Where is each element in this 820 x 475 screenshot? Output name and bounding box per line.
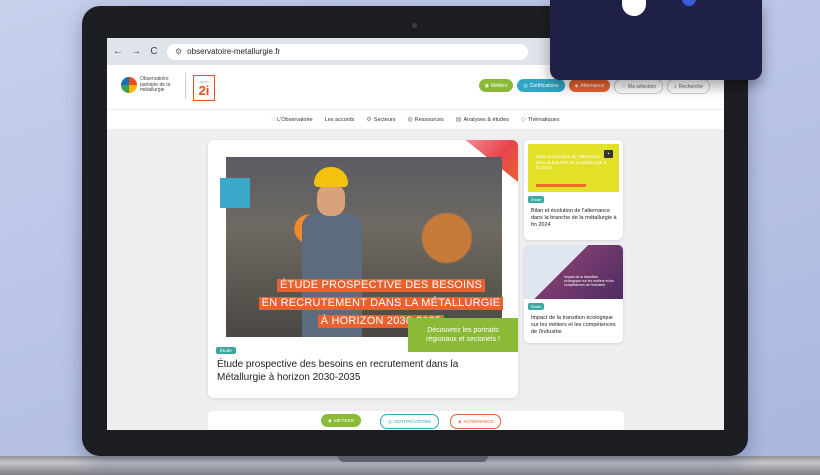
selection-label: Ma sélection [627, 83, 656, 90]
reload-icon[interactable]: C [149, 46, 159, 57]
hero-title-line: EN RECRUTEMENT DANS LA MÉTALLURGIE [258, 297, 504, 310]
side-card-title: Bilan et évolution de l'alternance dans … [531, 208, 617, 228]
search-icon: ⌕ [674, 83, 677, 90]
tab-label: CERTIFICATIONS [393, 419, 432, 424]
nav-label: Thématiques [527, 116, 560, 123]
site-logo[interactable]: Observatoire paritaire de la métallurgie [121, 76, 176, 94]
gear-icon: ⚙ [366, 117, 372, 123]
camera-icon [412, 23, 417, 28]
nav-item-analyses[interactable]: ▤ Analyses & études [455, 116, 510, 124]
header-buttons: ◉ Métiers ◎ Certifications ◈ Alternance … [478, 79, 710, 94]
logo-mark-icon [121, 77, 137, 94]
app-overlay-card [550, 0, 762, 80]
graduation-icon: ◈ [458, 418, 462, 424]
briefcase-icon: ◉ [328, 417, 332, 423]
bottom-tabs: ◉ MÉTIERS ◎ CERTIFICATIONS ◈ ALTERNANCE [208, 411, 624, 430]
side-card-alternance[interactable]: Bilan et évolution de l'alternance dans … [524, 140, 623, 240]
certifications-label: Certifications [529, 82, 559, 89]
logo-text: Observatoire paritaire de la métallurgie [140, 76, 171, 93]
certificate-icon: ◎ [523, 82, 528, 89]
nav-label: Secteurs [373, 116, 396, 123]
tab-label: MÉTIERS [333, 418, 354, 423]
heart-icon: ♡ [621, 83, 626, 90]
hero-caption[interactable]: Étude prospective des besoins en recrute… [217, 359, 507, 384]
nav-label: L'Observatoire [277, 116, 313, 123]
eye-icon: ◌ [271, 116, 276, 123]
hero-card[interactable]: ÉTUDE PROSPECTIVE DES BESOINS EN RECRUTE… [208, 140, 518, 398]
nav-label: Analyses & études [463, 116, 510, 123]
side-card-image-text: Impact de la transition écologique sur l… [564, 275, 614, 288]
main-nav: ◌ L'Observatoire Les accords ⚙ Secteurs ◍ R… [107, 110, 724, 130]
certifications-button[interactable]: ◎ Certifications [517, 79, 565, 92]
study-badge: Étude [216, 347, 236, 354]
side-card-image-text: Bilan et évolution de l'alternance dans … [536, 154, 607, 170]
metiers-label: Métiers [490, 82, 508, 89]
study-badge: Étude [528, 303, 545, 310]
address-bar[interactable]: ⚙ observatoire-metallurgie.fr [167, 43, 528, 60]
nav-label: Les accords [324, 116, 355, 123]
opco-logo[interactable]: OPCO 2i [193, 75, 215, 101]
hero-image: ÉTUDE PROSPECTIVE DES BESOINS EN RECRUTE… [226, 157, 504, 337]
study-badge: Étude [528, 196, 545, 203]
laptop-screen: ← → C ⚙ observatoire-metallurgie.fr Obse… [107, 38, 724, 430]
opco-number: 2i [198, 82, 210, 98]
side-card-transition[interactable]: Impact de la transition écologique sur l… [524, 245, 623, 343]
forward-icon[interactable]: → [131, 46, 141, 57]
tab-alternance[interactable]: ◈ ALTERNANCE [450, 414, 502, 429]
graduation-icon: ◈ [574, 82, 579, 89]
nav-item-accords[interactable]: Les accords [325, 117, 355, 123]
portraits-promo[interactable]: Découvrez les portraits régionaux et sec… [408, 318, 518, 352]
nav-item-thematiques[interactable]: ◇ Thématiques [521, 116, 560, 124]
tag-icon: ◇ [521, 117, 526, 123]
side-card-image: Bilan et évolution de l'alternance dans … [528, 144, 619, 192]
logo-divider [185, 73, 186, 99]
site-settings-icon[interactable]: ⚙ [175, 47, 182, 56]
tab-certifications[interactable]: ◎ CERTIFICATIONS [380, 414, 440, 429]
overlay-dot [682, 0, 696, 6]
alternance-label: Alternance [580, 82, 605, 89]
overlay-logo-shape [622, 0, 646, 16]
nav-label: Ressources [414, 116, 444, 123]
alternance-button[interactable]: ◈ Alternance [568, 79, 611, 92]
chart-icon: ▤ [455, 117, 462, 123]
tab-metiers[interactable]: ◉ MÉTIERS [321, 414, 361, 427]
search-button[interactable]: ⌕ Recherche [667, 79, 710, 94]
nav-item-observatoire[interactable]: ◌ L'Observatoire [272, 117, 313, 123]
url-text: observatoire-metallurgie.fr [187, 47, 281, 56]
main-content: ÉTUDE PROSPECTIVE DES BESOINS EN RECRUTE… [107, 129, 724, 430]
back-icon[interactable]: ← [113, 46, 123, 57]
tab-label: ALTERNANCE [463, 419, 494, 424]
hero-title-line: ÉTUDE PROSPECTIVE DES BESOINS [276, 279, 485, 292]
side-card-image: Impact de la transition écologique sur l… [524, 245, 623, 299]
laptop-notch [338, 456, 488, 462]
hero-accent-square [220, 178, 250, 208]
document-icon: ▪ [604, 150, 613, 158]
nav-item-secteurs[interactable]: ⚙ Secteurs [366, 116, 396, 124]
briefcase-icon: ◉ [484, 82, 489, 89]
search-label: Recherche [678, 83, 703, 90]
nav-item-ressources[interactable]: ◍ Ressources [407, 116, 444, 124]
metiers-button[interactable]: ◉ Métiers [478, 79, 514, 92]
certificate-icon: ◎ [388, 418, 392, 424]
resources-icon: ◍ [407, 117, 413, 123]
side-card-title: Impact de la transition écologique sur l… [531, 315, 616, 335]
selection-button[interactable]: ♡ Ma sélection [614, 79, 663, 94]
side-card-image-bar [536, 184, 586, 187]
